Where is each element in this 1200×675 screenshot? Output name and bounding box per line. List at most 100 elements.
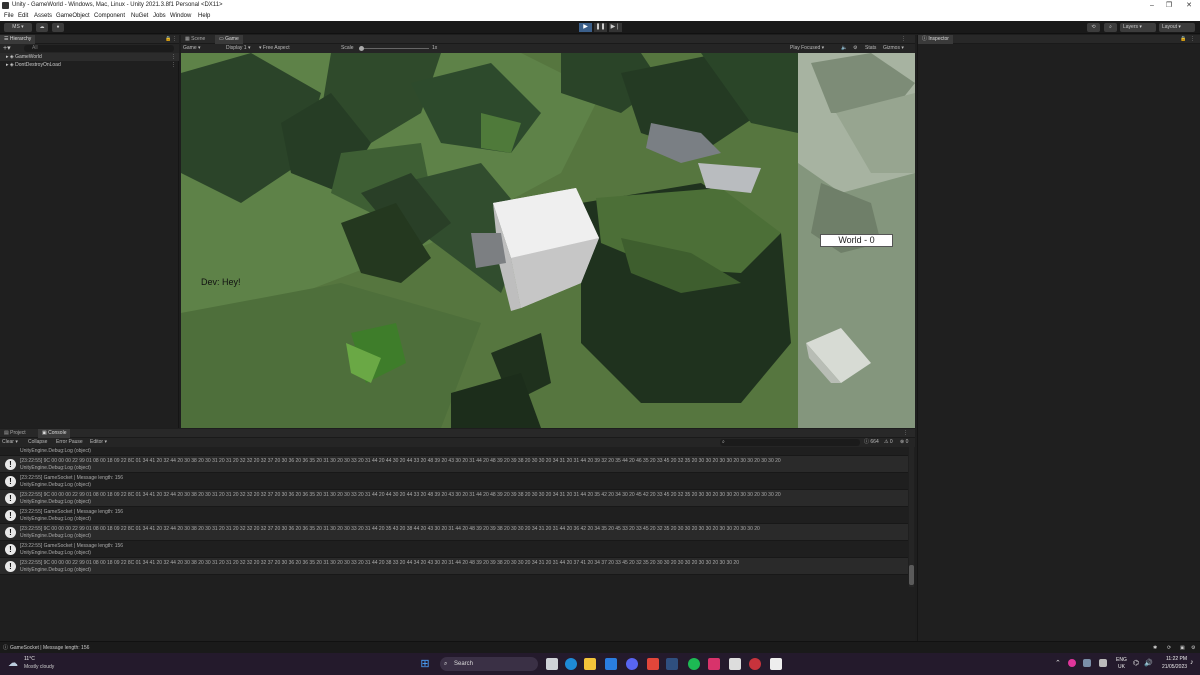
windows-start-icon[interactable]: ⊞: [419, 658, 431, 670]
layout-dropdown[interactable]: Layout ▾: [1159, 23, 1195, 32]
edge-browser-icon[interactable]: [565, 658, 577, 670]
log-entry[interactable]: ! [23:22:55] GameSocket | Message length…: [0, 473, 908, 490]
search-icon[interactable]: ⌕: [1104, 23, 1117, 32]
close-button[interactable]: ✕: [1180, 0, 1198, 11]
console-scrollbar-thumb[interactable]: [909, 565, 914, 585]
error-count[interactable]: ⊗ 0: [900, 438, 908, 447]
menu-assets[interactable]: Assets: [34, 11, 52, 21]
menu-gameobject[interactable]: GameObject: [56, 11, 90, 21]
file-explorer-icon[interactable]: [584, 658, 596, 670]
hierarchy-search-input[interactable]: All: [24, 45, 174, 52]
menu-help[interactable]: Help: [198, 11, 210, 21]
lang-code[interactable]: ENG: [1116, 657, 1127, 663]
more-icon[interactable]: ⋮: [1190, 35, 1195, 44]
log-entry[interactable]: ! [23:22:55] GameSocket | Message length…: [0, 541, 908, 558]
unity-editor-icon[interactable]: [770, 658, 782, 670]
play-button[interactable]: ▶: [579, 23, 592, 32]
menu-component[interactable]: Component: [94, 11, 125, 21]
cloud-icon[interactable]: ☁: [36, 23, 48, 32]
tab-console[interactable]: ▣ Console: [38, 429, 71, 438]
minimize-button[interactable]: –: [1143, 0, 1161, 11]
wifi-icon[interactable]: ⌬: [1133, 659, 1139, 667]
notification-bell-icon[interactable]: ♪: [1190, 659, 1194, 666]
scale-slider-thumb[interactable]: [359, 46, 364, 51]
task-view-icon[interactable]: [546, 658, 558, 670]
chevron-up-icon[interactable]: ⌃: [1055, 659, 1061, 667]
menu-edit[interactable]: Edit: [18, 11, 28, 21]
maximize-button[interactable]: ❐: [1160, 0, 1178, 11]
tray-drive-icon[interactable]: [1083, 659, 1091, 667]
hierarchy-item-gameworld[interactable]: ▸ ◈ GameWorld ⋮: [0, 53, 179, 61]
account-dropdown[interactable]: MS ▾: [4, 23, 32, 32]
settings-icon[interactable]: ⚙: [853, 44, 857, 53]
expand-arrow-icon[interactable]: ▸: [0, 54, 9, 60]
volume-icon[interactable]: 🔊: [1144, 659, 1153, 667]
menu-file[interactable]: File: [4, 11, 14, 21]
warning-count[interactable]: ⚠ 0: [884, 438, 893, 447]
step-button[interactable]: ▶❘: [609, 23, 622, 32]
more-icon[interactable]: ⋮: [172, 35, 177, 44]
tab-scene[interactable]: ▦ Scene: [181, 35, 209, 44]
log-entry[interactable]: UnityEngine.Debug:Log (object): [0, 447, 908, 456]
steam-icon[interactable]: [666, 658, 678, 670]
weather-temp[interactable]: 11°C: [24, 656, 35, 662]
display-dropdown[interactable]: Display 1 ▾: [226, 44, 250, 53]
more-icon[interactable]: ⋮: [903, 429, 908, 438]
collapse-button[interactable]: Collapse: [28, 438, 47, 447]
lock-icon[interactable]: 🔒: [165, 35, 171, 44]
tray-app-icon[interactable]: [1068, 659, 1076, 667]
hierarchy-item-dontdestroyonload[interactable]: ▸ ◈ DontDestroyOnLoad ⋮: [0, 61, 179, 69]
expand-arrow-icon[interactable]: ▸: [0, 62, 9, 68]
tab-hierarchy[interactable]: ☰ Hierarchy: [0, 35, 36, 44]
log-entry[interactable]: ! [23:22:55] 9C 00 00 00 22 99 01 08 00 …: [0, 524, 908, 541]
log-entry[interactable]: ! [23:22:55] 9C 00 00 00 22 99 01 08 00 …: [0, 490, 908, 507]
todo-icon[interactable]: [605, 658, 617, 670]
taskbar-search-box[interactable]: ⌕ Search: [440, 657, 538, 671]
chrome-icon[interactable]: [749, 658, 761, 670]
scale-slider[interactable]: [359, 46, 429, 51]
mute-audio-icon[interactable]: 🔈: [841, 44, 847, 53]
console-search-input[interactable]: ⌕: [720, 439, 860, 446]
menu-nuget[interactable]: NuGet: [131, 11, 148, 21]
log-entry[interactable]: ! [23:22:55] 9C 00 00 00 22 99 01 08 00 …: [0, 558, 908, 575]
info-count[interactable]: ⓘ 664: [864, 438, 879, 447]
search-icon: ⌕: [722, 439, 725, 445]
tab-project[interactable]: ▤ Project: [0, 429, 30, 438]
red-app-icon[interactable]: [647, 658, 659, 670]
log-entry[interactable]: ! [23:22:55] GameSocket | Message length…: [0, 507, 908, 524]
pause-button[interactable]: ❚❚: [594, 23, 607, 32]
editor-dropdown[interactable]: Editor ▾: [90, 438, 107, 447]
discord-icon[interactable]: [626, 658, 638, 670]
stats-button[interactable]: Stats: [865, 44, 876, 53]
gizmos-dropdown[interactable]: Gizmos ▾: [883, 44, 904, 53]
history-icon[interactable]: ⟲: [1087, 23, 1100, 32]
menu-window[interactable]: Window: [170, 11, 191, 21]
game-mode-dropdown[interactable]: Game ▾: [183, 44, 201, 53]
weather-desc[interactable]: Mostly cloudy: [24, 664, 54, 670]
more-icon[interactable]: ⋮: [171, 53, 176, 61]
more-icon[interactable]: ⋮: [171, 61, 176, 69]
play-focused-dropdown[interactable]: Play Focused ▾: [790, 44, 824, 53]
clock-date[interactable]: 21/05/2023: [1162, 664, 1187, 670]
layers-dropdown[interactable]: Layers ▾: [1120, 23, 1156, 32]
hierarchy-item-label: DontDestroyOnLoad: [15, 62, 61, 68]
collab-icon[interactable]: ●: [52, 23, 64, 32]
log-entry[interactable]: ! [23:22:55] 9C 00 00 00 22 99 01 08 00 …: [0, 456, 908, 473]
tab-game[interactable]: ▭ Game: [215, 35, 243, 44]
more-icon[interactable]: ⋮: [901, 35, 906, 44]
aspect-dropdown[interactable]: ▾ Free Aspect: [259, 44, 290, 53]
error-pause-button[interactable]: Error Pause: [56, 438, 83, 447]
clear-button[interactable]: Clear ▾: [2, 438, 18, 447]
console-scrollbar[interactable]: [909, 447, 914, 587]
media-app-icon[interactable]: [708, 658, 720, 670]
menu-jobs[interactable]: Jobs: [153, 11, 166, 21]
game-view[interactable]: Dev: Hey! World - 0: [181, 53, 915, 428]
unity-hub-icon[interactable]: [729, 658, 741, 670]
tray-bluetooth-icon[interactable]: [1099, 659, 1107, 667]
spotify-icon[interactable]: [688, 658, 700, 670]
add-icon[interactable]: +▾: [3, 44, 11, 53]
clock-time[interactable]: 11:22 PM: [1166, 656, 1187, 662]
tab-inspector[interactable]: ⓘ Inspector: [918, 35, 953, 44]
lock-icon[interactable]: 🔒: [1180, 35, 1186, 44]
lang-region[interactable]: UK: [1118, 664, 1125, 670]
